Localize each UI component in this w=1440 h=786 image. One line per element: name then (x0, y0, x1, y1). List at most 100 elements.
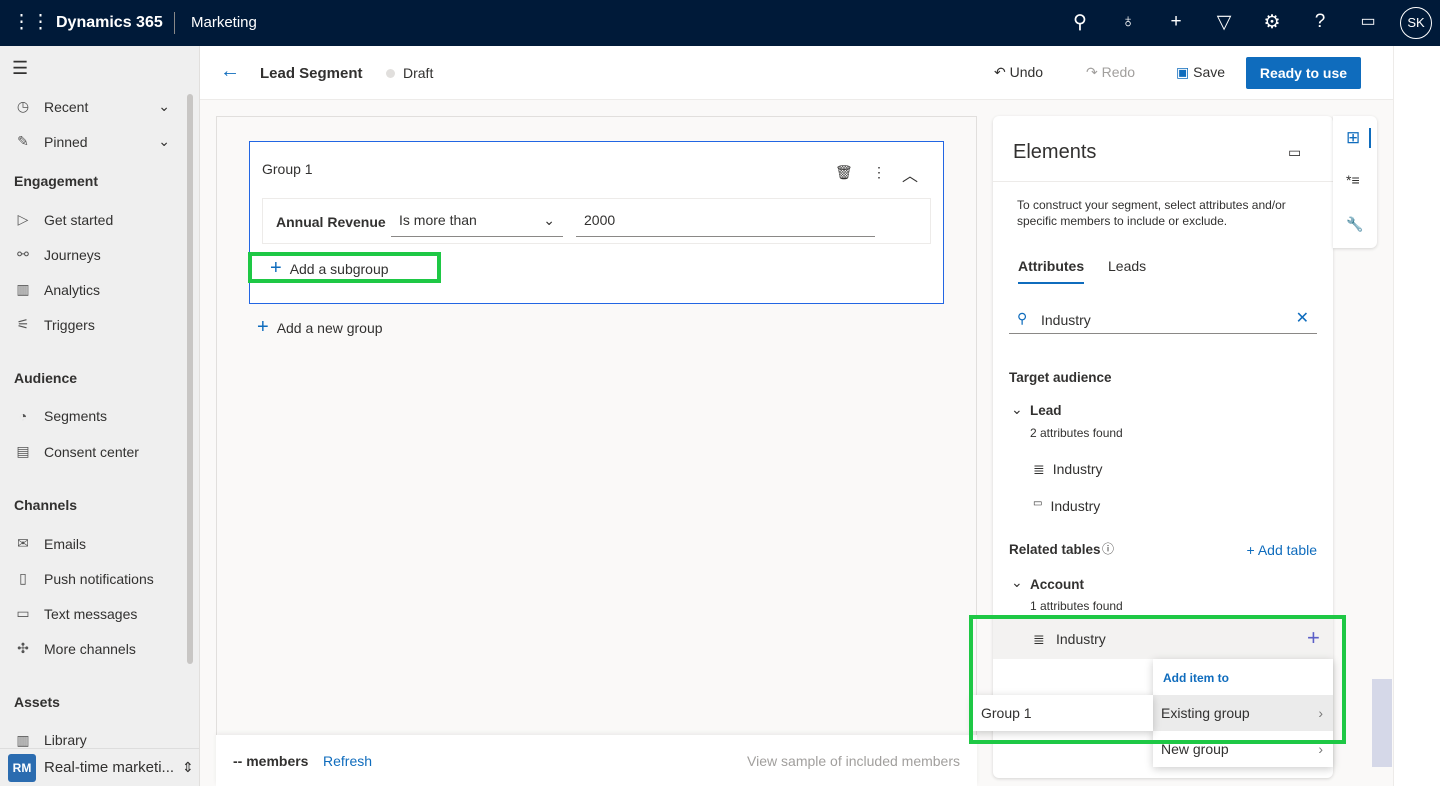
hamburger-icon[interactable]: ☰ (12, 58, 28, 79)
sidebar-item-consent-center[interactable]: ▤ Consent center (14, 443, 139, 460)
play-icon: ▷ (17, 211, 29, 227)
wrench-icon[interactable]: 🔧 (1346, 216, 1363, 233)
clear-icon[interactable]: ✕ (1296, 308, 1309, 328)
lightbulb-icon[interactable]: ♁ (1116, 11, 1140, 33)
members-count: -- members (233, 753, 309, 769)
top-bar: ⋮⋮ Dynamics 365 Marketing ⚲ ♁ + ▽ ⚙ ? ▭ … (0, 0, 1440, 46)
undo-button[interactable]: ↶ Undo (994, 64, 1043, 81)
section-channels: Channels (14, 497, 78, 513)
redo-button[interactable]: ↷ Redo (1086, 64, 1135, 81)
chevron-up-icon[interactable]: ︿ (902, 162, 918, 186)
plus-icon: + (257, 316, 269, 338)
attribute-item[interactable]: ▭ Industry (1033, 498, 1100, 514)
area-switcher[interactable]: RM Real-time marketi... ⇕ (0, 748, 199, 786)
related-tables-heading: Related tables (1009, 542, 1101, 557)
value-input[interactable]: 2000 (576, 207, 875, 237)
chevron-down-icon[interactable]: ⌄ (1011, 574, 1023, 591)
status-badge: Draft (403, 65, 434, 81)
sidebar-item-library[interactable]: ▥ Library (14, 732, 86, 748)
sidebar-item-pinned[interactable]: ✎ Pinned ⌄ (14, 133, 170, 150)
attribute-item[interactable]: ≣ Industry (1033, 461, 1103, 478)
sidebar: ☰ ◷ Recent ⌄ ✎ Pinned ⌄ Engagement ▷ Get star… (0, 46, 200, 786)
sidebar-item-triggers[interactable]: ⚟ Triggers (14, 316, 95, 333)
message-icon: ▭ (16, 605, 30, 621)
properties-icon[interactable]: *≡ (1346, 172, 1360, 188)
sidebar-item-analytics[interactable]: ▥ Analytics (14, 281, 100, 298)
chevron-up-down-icon: ⇕ (182, 759, 194, 775)
chevron-down-icon[interactable]: ⌄ (1011, 401, 1023, 418)
back-arrow-icon[interactable]: ← (220, 60, 240, 83)
chevron-down-icon: ⌄ (158, 133, 170, 149)
tab-leads[interactable]: Leads (1108, 258, 1146, 274)
command-bar: ← Lead Segment Draft ↶ Undo ↷ Redo ▣ Sav… (200, 46, 1393, 100)
pin-icon: ✎ (17, 133, 29, 149)
puzzle-icon: ✣ (17, 640, 29, 656)
refresh-link[interactable]: Refresh (323, 753, 372, 769)
account-found-count: 1 attributes found (1030, 599, 1123, 613)
sidebar-item-recent[interactable]: ◷ Recent ⌄ (14, 98, 170, 115)
add-new-group-button[interactable]: + Add a new group (257, 316, 383, 339)
panel-description: To construct your segment, select attrib… (1017, 198, 1286, 228)
undo-icon: ↶ (994, 64, 1006, 80)
view-sample-link[interactable]: View sample of included members (747, 753, 960, 769)
search-icon: ⚲ (1017, 310, 1028, 326)
sidebar-item-more-channels[interactable]: ✣ More channels (14, 640, 136, 657)
filter-icon[interactable]: ▽ (1212, 11, 1236, 34)
save-button[interactable]: ▣ Save (1176, 64, 1225, 81)
lead-table[interactable]: Lead (1030, 403, 1062, 418)
sidebar-item-get-started[interactable]: ▷ Get started (14, 211, 114, 228)
area-badge: RM (8, 753, 36, 782)
ready-to-use-button[interactable]: Ready to use (1246, 57, 1361, 89)
section-assets: Assets (14, 694, 60, 710)
sidebar-item-text-messages[interactable]: ▭ Text messages (14, 605, 137, 622)
list-icon: ≣ (1033, 461, 1045, 477)
collapse-panel-icon[interactable]: ▭ (1288, 144, 1301, 161)
tab-attributes[interactable]: Attributes (1018, 258, 1085, 284)
info-icon[interactable]: ⓘ (1102, 540, 1114, 557)
highlight-box (248, 252, 441, 283)
module-name: Marketing (191, 14, 257, 31)
segments-icon: ◔ (18, 408, 28, 424)
mail-icon: ✉ (17, 535, 29, 551)
sidebar-item-emails[interactable]: ✉ Emails (14, 535, 86, 552)
more-icon[interactable]: ⋮ (872, 164, 886, 181)
phone-icon: ▯ (19, 570, 27, 586)
delete-icon[interactable]: 🗑 (835, 164, 853, 181)
plus-icon[interactable]: + (1164, 11, 1188, 33)
group-title: Group 1 (262, 161, 313, 177)
sidebar-item-segments[interactable]: ◔ Segments (14, 408, 107, 424)
elements-icon[interactable]: ⊞ (1346, 128, 1360, 148)
clock-icon: ◷ (16, 98, 30, 114)
right-gutter (1393, 46, 1440, 786)
chevron-down-icon: ⌄ (158, 98, 170, 114)
app-title[interactable]: Dynamics 365 (56, 14, 163, 32)
save-icon: ▣ (1176, 64, 1190, 80)
add-table-link[interactable]: + Add table (1247, 542, 1317, 558)
panel-rail: ⊞ *≡ 🔧 (1333, 116, 1377, 248)
condition-row: Annual Revenue Is more than ⌄ 2000 (262, 198, 931, 244)
footer-bar: -- members Refresh View sample of includ… (216, 735, 977, 786)
text-field-icon: ▭ (1033, 498, 1043, 509)
page-title: Lead Segment (260, 65, 363, 82)
status-dot-icon (386, 69, 395, 78)
operator-dropdown[interactable]: Is more than ⌄ (391, 207, 563, 237)
chat-icon[interactable]: ▭ (1356, 11, 1380, 31)
attribute-search-input[interactable]: ⚲ Industry ✕ (1009, 306, 1317, 334)
panel-title: Elements (1013, 141, 1097, 163)
highlight-box (969, 615, 1346, 744)
sidebar-item-journeys[interactable]: ⚯ Journeys (14, 246, 101, 263)
help-icon[interactable]: ? (1308, 11, 1332, 33)
account-table[interactable]: Account (1030, 577, 1084, 592)
sidebar-scrollbar[interactable] (187, 94, 193, 664)
redo-icon: ↷ (1086, 64, 1098, 80)
section-audience: Audience (14, 370, 78, 386)
section-engagement: Engagement (14, 173, 99, 189)
target-audience-heading: Target audience (1009, 370, 1112, 385)
avatar[interactable]: SK (1400, 7, 1432, 39)
gear-icon[interactable]: ⚙ (1260, 11, 1284, 34)
library-icon: ▥ (16, 732, 30, 748)
attribute-name: Annual Revenue (276, 214, 386, 230)
sidebar-item-push-notifications[interactable]: ▯ Push notifications (14, 570, 154, 587)
app-launcher-icon[interactable]: ⋮⋮ (12, 11, 50, 34)
search-icon[interactable]: ⚲ (1068, 11, 1092, 34)
